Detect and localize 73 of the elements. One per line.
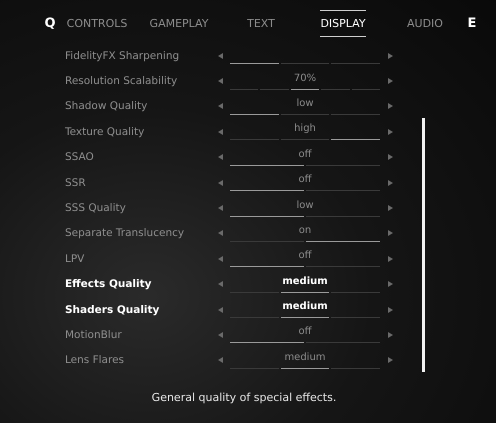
- setting-label: Texture Quality: [65, 126, 146, 138]
- setting-label: Separate Translucency: [65, 227, 186, 240]
- next-option-button[interactable]: [385, 304, 395, 315]
- tab[interactable]: GAMEPLAY: [150, 10, 208, 36]
- setting-label: LPV: [65, 252, 86, 265]
- next-option-button[interactable]: [385, 330, 395, 340]
- setting-label: Lens Flares: [65, 354, 125, 366]
- next-option-button[interactable]: [385, 152, 395, 162]
- left-arrow-icon: [218, 180, 222, 186]
- tab[interactable]: DISPLAY: [320, 10, 366, 36]
- right-arrow-icon: [388, 180, 392, 186]
- setting-label: Shaders Quality: [65, 304, 160, 316]
- right-arrow-icon: [388, 52, 392, 59]
- left-arrow-icon: [218, 357, 222, 364]
- left-arrow-icon: [218, 256, 222, 262]
- next-option-button[interactable]: [385, 126, 395, 137]
- setting-value: on: [298, 224, 312, 238]
- right-arrow-icon: [388, 205, 392, 212]
- next-option-button[interactable]: [385, 101, 395, 112]
- right-arrow-icon: [388, 230, 392, 236]
- next-option-button[interactable]: [385, 50, 395, 61]
- setting-label: SSAO: [65, 151, 95, 164]
- setting-value: medium: [282, 276, 328, 289]
- setting-value: low: [296, 200, 314, 213]
- left-arrow-icon: [218, 78, 222, 84]
- right-arrow-icon: [388, 103, 392, 110]
- tab[interactable]: CONTROLS: [66, 10, 128, 36]
- next-option-button[interactable]: [385, 178, 395, 188]
- setting-value: medium: [282, 301, 328, 314]
- next-tab-key[interactable]: E: [466, 16, 478, 30]
- setting-label: SSR: [65, 176, 87, 189]
- next-option-button[interactable]: [385, 203, 395, 214]
- setting-label: Resolution Scalability: [65, 75, 178, 88]
- right-arrow-icon: [388, 78, 392, 84]
- left-arrow-icon: [218, 230, 222, 236]
- left-arrow-icon: [218, 306, 222, 313]
- next-option-button[interactable]: [385, 355, 395, 366]
- left-arrow-icon: [218, 52, 222, 59]
- left-arrow-icon: [218, 281, 222, 288]
- previous-tab-key[interactable]: Q: [44, 16, 56, 30]
- setting-value: off: [298, 250, 312, 264]
- right-arrow-icon: [388, 357, 392, 364]
- right-arrow-icon: [388, 281, 392, 288]
- setting-label: FidelityFX Sharpening: [65, 50, 180, 62]
- scrollbar-thumb[interactable]: [422, 118, 425, 372]
- setting-label: SSS Quality: [65, 202, 127, 214]
- setting-value: high: [294, 123, 316, 136]
- next-option-button[interactable]: [385, 76, 395, 86]
- setting-label: Effects Quality: [65, 278, 152, 290]
- setting-value: off: [298, 148, 312, 162]
- right-arrow-icon: [388, 332, 392, 338]
- setting-value: medium: [284, 352, 326, 365]
- setting-value: low: [296, 98, 314, 111]
- left-arrow-icon: [218, 103, 222, 110]
- setting-description: General quality of special effects.: [152, 391, 336, 406]
- setting-value: off: [298, 326, 312, 340]
- left-arrow-icon: [218, 154, 222, 160]
- left-arrow-icon: [218, 128, 222, 135]
- right-arrow-icon: [388, 256, 392, 262]
- left-arrow-icon: [218, 332, 222, 338]
- left-arrow-icon: [218, 205, 222, 212]
- next-option-button[interactable]: [385, 254, 395, 264]
- setting-value: off: [298, 174, 312, 188]
- next-option-button[interactable]: [385, 228, 395, 238]
- right-arrow-icon: [388, 128, 392, 135]
- next-option-button[interactable]: [385, 279, 395, 290]
- tab[interactable]: AUDIO: [407, 10, 443, 36]
- right-arrow-icon: [388, 306, 392, 313]
- tab[interactable]: TEXT: [247, 10, 275, 36]
- setting-value: 70%: [294, 72, 316, 86]
- right-arrow-icon: [388, 154, 392, 160]
- setting-label: MotionBlur: [65, 328, 123, 341]
- setting-label: Shadow Quality: [65, 100, 148, 112]
